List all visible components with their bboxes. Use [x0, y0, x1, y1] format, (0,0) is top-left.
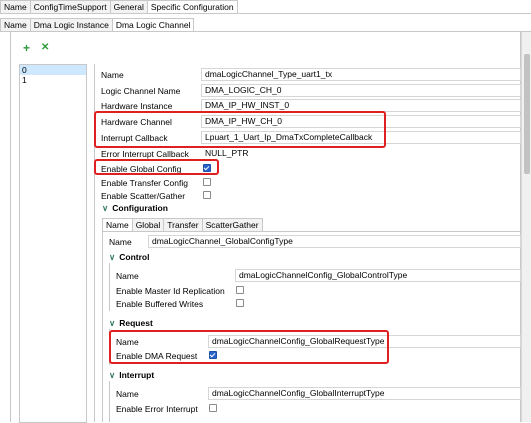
enable-scatter-gather-label: Enable Scatter/Gather	[101, 191, 186, 201]
add-icon[interactable]: +	[23, 42, 30, 54]
request-section-header[interactable]: ∨ Request	[109, 318, 153, 329]
hardware-instance-label: Hardware Instance	[101, 101, 173, 111]
tab-specific-configuration[interactable]: Specific Configuration	[146, 0, 238, 14]
subtab-name[interactable]: Name	[0, 18, 31, 32]
vertical-scrollbar[interactable]	[521, 32, 531, 422]
panel-left-border	[10, 32, 11, 422]
control-name-label: Name	[116, 271, 139, 281]
enable-master-id-replication-label: Enable Master Id Replication	[116, 286, 225, 296]
config-tab-transfer[interactable]: Transfer	[163, 218, 203, 232]
enable-transfer-config-label: Enable Transfer Config	[101, 178, 188, 188]
error-interrupt-callback-field[interactable]: NULL_PTR	[201, 147, 366, 160]
chevron-down-icon: ∨	[109, 318, 116, 328]
tab-name[interactable]: Name	[0, 0, 31, 14]
control-section-header[interactable]: ∨ Control	[109, 252, 149, 263]
enable-buffered-writes-checkbox[interactable]	[236, 299, 244, 307]
list-item[interactable]: 1	[20, 75, 86, 85]
enable-master-id-replication-checkbox[interactable]	[236, 286, 244, 294]
interrupt-group-border	[109, 381, 110, 422]
error-interrupt-callback-label: Error Interrupt Callback	[101, 149, 189, 159]
tab-general[interactable]: General	[109, 0, 148, 14]
config-tab-name[interactable]: Name	[102, 218, 133, 232]
enable-transfer-config-checkbox[interactable]	[203, 178, 211, 186]
enable-error-interrupt-checkbox[interactable]	[209, 404, 217, 412]
tab-config-time-support[interactable]: ConfigTimeSupport	[29, 0, 111, 14]
chevron-down-icon: ∨	[102, 203, 109, 213]
config-tab-scatter-gather[interactable]: ScatterGather	[201, 218, 263, 232]
channel-list[interactable]: 0 1	[19, 64, 87, 423]
highlight-box-global-config	[94, 159, 219, 175]
subtab-dma-logic-channel[interactable]: Dma Logic Channel	[111, 18, 195, 32]
interrupt-name-label: Name	[116, 389, 139, 399]
logic-channel-name-field[interactable]: DMA_LOGIC_CH_0	[201, 84, 521, 97]
enable-scatter-gather-checkbox[interactable]	[203, 191, 211, 199]
configuration-title: Configuration	[112, 203, 168, 213]
config-panel-border	[102, 231, 103, 422]
chevron-down-icon: ∨	[109, 252, 116, 262]
interrupt-section-header[interactable]: ∨ Interrupt	[109, 370, 154, 381]
config-tab-global[interactable]: Global	[131, 218, 165, 232]
top-tab-strip: Name ConfigTimeSupport General Specific …	[0, 0, 238, 14]
control-group-border	[109, 263, 110, 311]
request-title: Request	[119, 318, 153, 328]
top-tab-divider	[0, 13, 531, 14]
sub-tab-strip: Name Dma Logic Instance Dma Logic Channe…	[0, 18, 195, 32]
scrollbar-thumb[interactable]	[524, 54, 530, 174]
name-field[interactable]: dmaLogicChannel_Type_uart1_tx	[201, 68, 521, 81]
highlight-box-channel-callback	[94, 111, 386, 148]
highlight-box-request	[109, 330, 389, 364]
sub-tab-divider	[0, 31, 531, 32]
config-name-label: Name	[109, 237, 132, 247]
control-name-field[interactable]: dmaLogicChannelConfig_GlobalControlType	[235, 269, 521, 282]
enable-buffered-writes-label: Enable Buffered Writes	[116, 299, 204, 309]
logic-channel-name-label: Logic Channel Name	[101, 86, 181, 96]
remove-icon[interactable]: ✕	[41, 42, 49, 54]
name-label: Name	[101, 70, 124, 80]
list-item[interactable]: 0	[20, 65, 86, 75]
enable-error-interrupt-label: Enable Error Interrupt	[116, 404, 198, 414]
subtab-dma-logic-instance[interactable]: Dma Logic Instance	[29, 18, 113, 32]
configuration-section-header[interactable]: ∨ Configuration	[102, 203, 168, 214]
interrupt-name-field[interactable]: dmaLogicChannelConfig_GlobalInterruptTyp…	[208, 387, 521, 400]
configuration-tab-strip: Name Global Transfer ScatterGather	[102, 218, 263, 232]
interrupt-title: Interrupt	[119, 370, 155, 380]
config-name-field[interactable]: dmaLogicChannel_GlobalConfigType	[148, 235, 521, 248]
config-tab-divider	[102, 231, 520, 232]
control-title: Control	[119, 252, 150, 262]
chevron-down-icon: ∨	[109, 370, 116, 380]
